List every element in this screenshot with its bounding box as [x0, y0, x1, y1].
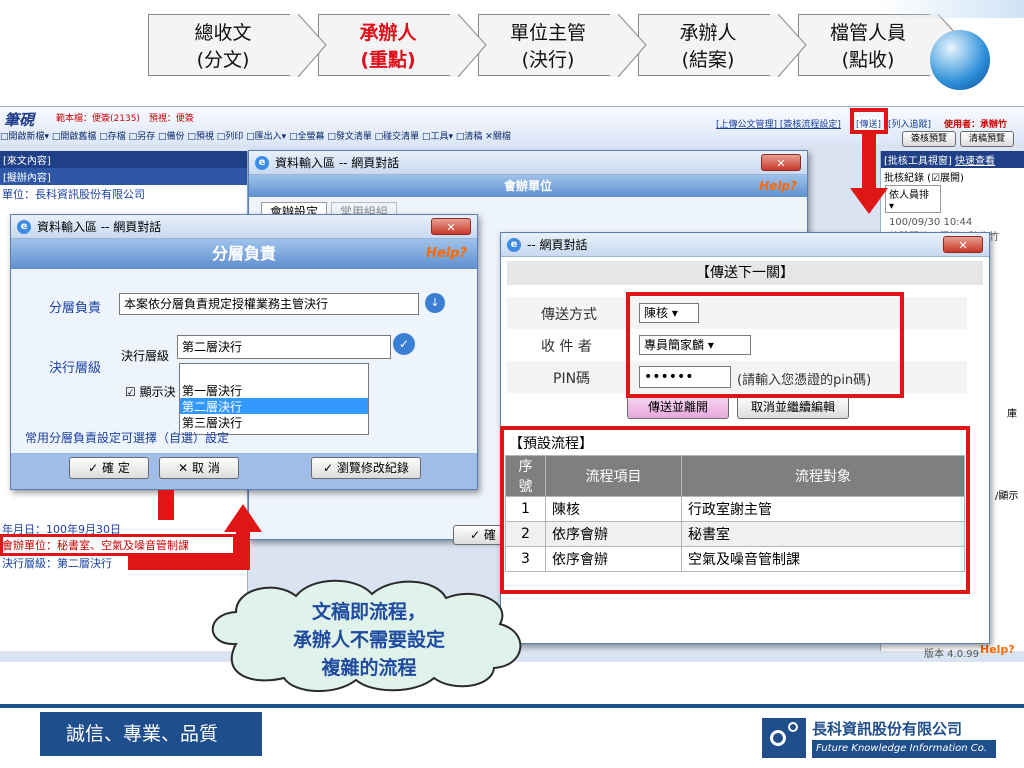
- status-version: 版本 4.0.99: [924, 649, 979, 660]
- unit-dialog-titlebar: e 資料輸入區 -- 網頁對話 ✕: [249, 151, 807, 175]
- level-options-list[interactable]: 第一層決行 第二層決行 第三層決行: [179, 363, 369, 435]
- resp-label: 分層負責: [49, 301, 102, 316]
- user-label: 使用者：承辦竹: [944, 120, 1008, 130]
- right-log[interactable]: 批核紀錄 (☑展開): [881, 168, 1024, 185]
- footer-line: [0, 704, 1024, 708]
- ie-icon: e: [17, 220, 31, 234]
- unit-help-link[interactable]: Help?: [759, 175, 797, 197]
- connector-bottom: [128, 556, 250, 570]
- option-level-2[interactable]: 第二層決行: [180, 398, 368, 414]
- ok-button[interactable]: ✓ 確 定: [69, 457, 149, 479]
- swoosh-decoration: [880, 0, 1024, 18]
- close-icon[interactable]: ✕: [761, 154, 801, 171]
- send-header: 【傳送下一關】: [507, 261, 983, 285]
- arrow-down-shaft: [862, 134, 876, 192]
- top-links[interactable]: [上傳公文管理] [簽核流程設定]: [716, 117, 841, 130]
- option-level-3[interactable]: 第三層決行: [180, 414, 368, 430]
- left-unit: 單位：長科資訊股份有限公司: [2, 188, 145, 201]
- send-and-leave-button[interactable]: 傳送並離開: [627, 395, 729, 419]
- send-dialog-titlebar: e -- 網頁對話 ✕: [501, 233, 989, 257]
- unit-dialog-bar: 會辦單位 Help?: [249, 175, 807, 197]
- close-icon[interactable]: ✕: [943, 236, 983, 253]
- left-level: 決行層級：第二層決行: [2, 557, 112, 570]
- app-logo: 筆硯: [4, 111, 35, 129]
- level-label: 決行層級: [49, 361, 102, 376]
- highlight-send-form: [626, 292, 904, 398]
- quick-view-link[interactable]: 快速查看: [955, 156, 995, 167]
- level-dialog: e 資料輸入區 -- 網頁對話 ✕ 分層負責 Help? 分層負責 本案依分層負…: [10, 214, 478, 490]
- step-1: 總收文 (分文): [148, 14, 298, 76]
- level-dialog-titlebar: e 資料輸入區 -- 網頁對話 ✕: [11, 215, 477, 239]
- connector-left: [158, 490, 174, 520]
- left-panel-header: [來文內容]: [0, 151, 247, 168]
- right-sort-select[interactable]: 依人員排 ▾: [885, 185, 941, 213]
- track-link[interactable]: [列入追蹤]: [888, 117, 931, 130]
- globe-icon: [930, 30, 990, 90]
- sign-preview-button[interactable]: 簽核預覽: [902, 131, 956, 147]
- cancel-continue-button[interactable]: 取消並繼續編輯: [737, 395, 849, 419]
- right-side-2: /顯示: [995, 491, 1019, 502]
- right-side-1: 庫: [1007, 409, 1017, 420]
- main-menu[interactable]: □開啟新檔▾ □開啟舊檔 □存檔 □另存 □備份 □預視 □列印 □匯出入▾ □…: [0, 129, 600, 142]
- highlight-flow: [500, 426, 970, 594]
- company-logo-icon: [762, 718, 806, 758]
- ie-icon: e: [255, 156, 269, 170]
- show-checkbox[interactable]: ☑ 顯示決: [125, 383, 176, 400]
- callout-text: 文稿即流程， 承辦人不需要設定 複雜的流程: [292, 601, 445, 679]
- right-panel-header: [批核工具視窗] 快速查看: [881, 151, 1024, 168]
- company-name-en: Future Knowledge Information Co.: [812, 740, 996, 758]
- clean-preview-button[interactable]: 清稿預覽: [960, 131, 1014, 147]
- chevron-arrows: [290, 14, 967, 78]
- level-help-link[interactable]: Help?: [426, 239, 467, 269]
- arrow-up-head: [224, 504, 262, 532]
- footer-slogan: 誠信、專業、品質: [40, 712, 262, 756]
- highlight-left-info: [0, 534, 236, 556]
- highlight-send-link: [850, 108, 888, 134]
- resp-select[interactable]: 本案依分層負責規定授權業務主管決行: [119, 293, 419, 315]
- level-select[interactable]: 第二層決行: [177, 335, 391, 359]
- status-help[interactable]: Help?: [980, 643, 1015, 656]
- close-icon[interactable]: ✕: [431, 218, 471, 235]
- cancel-button[interactable]: ✕ 取 消: [159, 457, 239, 479]
- company-name: 長科資訊股份有限公司: [812, 720, 963, 738]
- browse-history-button[interactable]: ✓ 瀏覽修改紀錄: [311, 457, 421, 479]
- right-time: 100/09/30 10:44: [889, 217, 973, 228]
- level-ok-icon[interactable]: ✓: [393, 333, 415, 355]
- level-sub-label: 決行層級: [121, 349, 170, 363]
- level-dialog-bar: 分層負責 Help?: [11, 239, 477, 269]
- option-level-1[interactable]: 第一層決行: [180, 382, 368, 398]
- resp-info-icon[interactable]: ↓: [425, 293, 445, 313]
- common-settings-text: 常用分層負責設定可選擇（自選）設定: [25, 431, 230, 445]
- arrow-down-head: [850, 188, 888, 214]
- ie-icon: e: [507, 238, 521, 252]
- left-panel-sub: [擬辦內容]: [0, 168, 247, 185]
- doc-info: 範本檔：便簽(2135) 預視：便簽: [56, 114, 194, 124]
